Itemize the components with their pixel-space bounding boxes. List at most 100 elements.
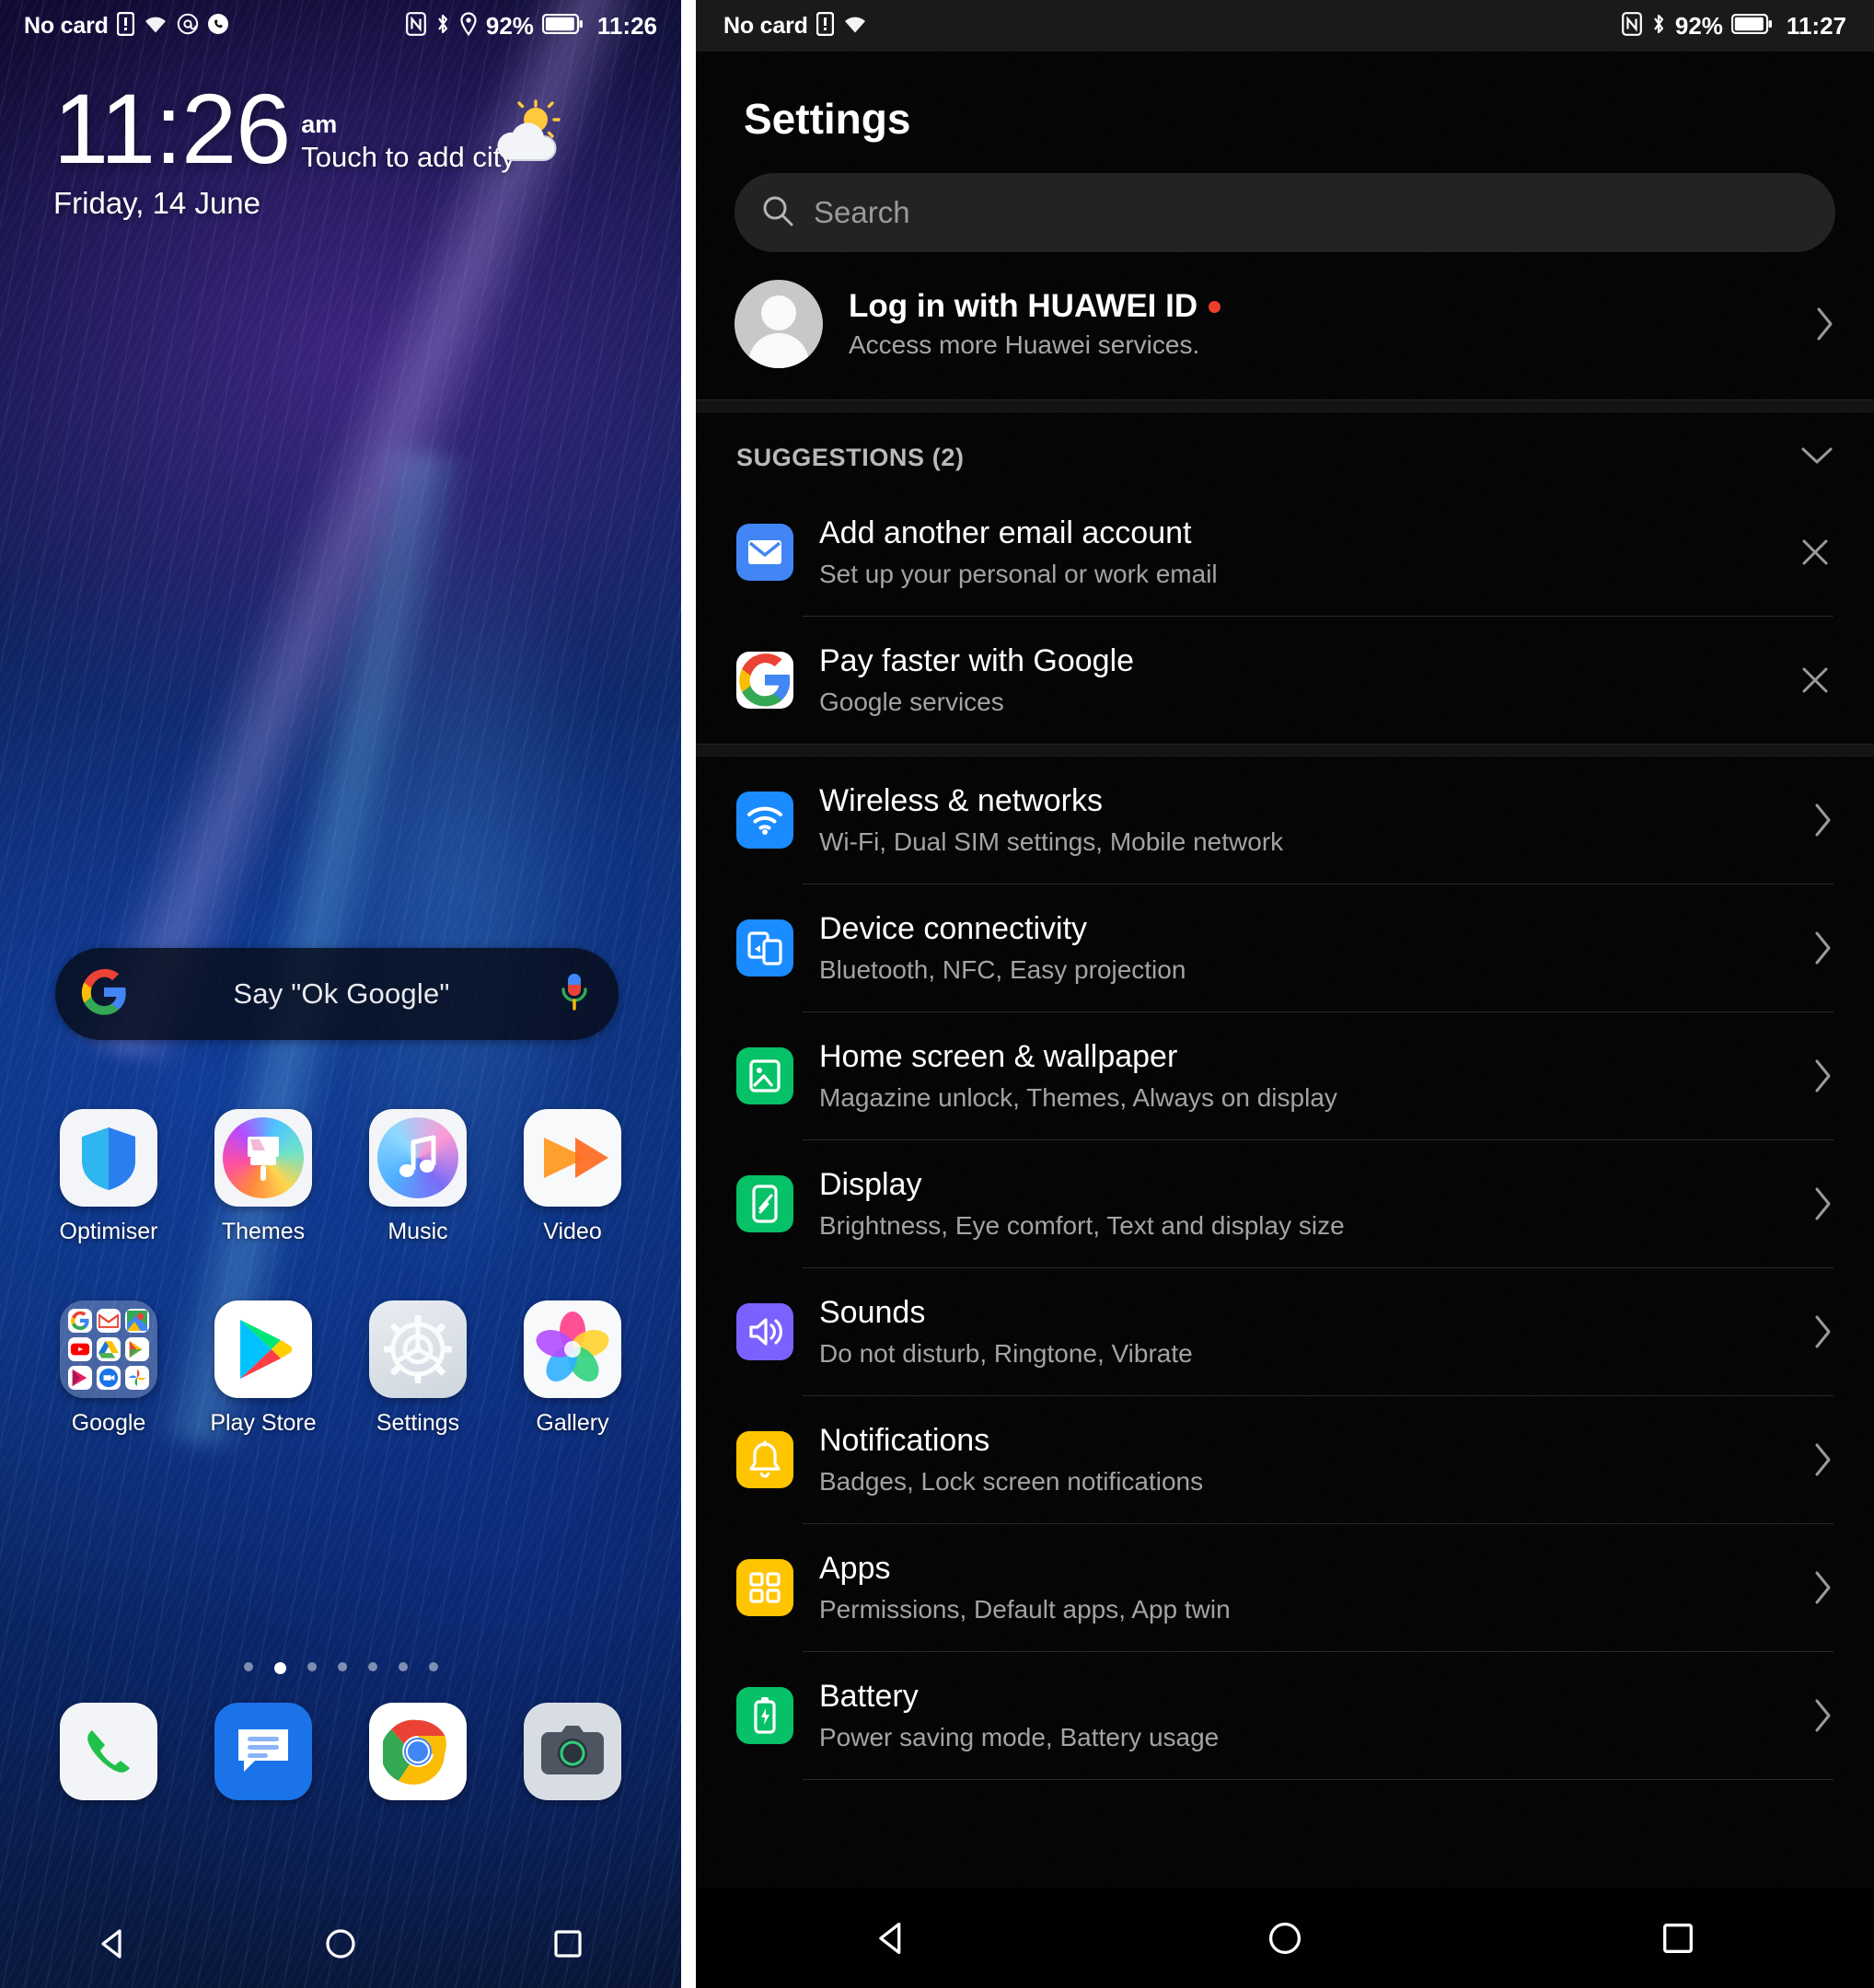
search-icon (760, 193, 795, 233)
missed-call-icon (207, 13, 229, 40)
app-gallery[interactable]: Gallery (508, 1300, 637, 1437)
settings-item-text: Wireless & networks Wi-Fi, Dual SIM sett… (819, 764, 1787, 875)
settings-item-notifications[interactable]: Notifications Badges, Lock screen notifi… (696, 1396, 1874, 1523)
settings-item-subtitle: Badges, Lock screen notifications (819, 1467, 1204, 1497)
folder-mini-play-music (68, 1366, 92, 1390)
suggestions-header[interactable]: SUGGESTIONS (2) (696, 412, 1874, 489)
settings-item-text: Home screen & wallpaper Magazine unlock,… (819, 1020, 1787, 1131)
settings-item-home-screen-wallpaper[interactable]: Home screen & wallpaper Magazine unlock,… (696, 1012, 1874, 1139)
carrier-label: No card (723, 12, 808, 39)
camera-icon[interactable] (524, 1703, 621, 1800)
carrier-label: No card (24, 12, 109, 39)
suggestions-label: SUGGESTIONS (2) (736, 444, 965, 471)
chrome-icon[interactable] (369, 1703, 467, 1800)
google-search-widget[interactable]: Say "Ok Google" (55, 948, 619, 1040)
settings-item-text: Sounds Do not disturb, Ringtone, Vibrate (819, 1276, 1787, 1387)
wifi-icon (842, 14, 868, 39)
settings-item-text: Battery Power saving mode, Battery usage (819, 1659, 1787, 1771)
sim-card-alert-icon (816, 11, 834, 40)
home-circle-icon[interactable] (285, 1912, 396, 1976)
suggestion-pay-google[interactable]: Pay faster with Google Google services (696, 617, 1874, 744)
page-dot (398, 1662, 408, 1671)
bell-icon (736, 1431, 793, 1488)
settings-item-battery[interactable]: Battery Power saving mode, Battery usage (696, 1652, 1874, 1779)
chevron-right-icon (1813, 1186, 1834, 1221)
chevron-right-icon (1813, 1442, 1834, 1477)
app-settings[interactable]: Settings (353, 1300, 482, 1437)
app-music[interactable]: Music (353, 1109, 482, 1245)
app-video[interactable]: Video (508, 1109, 637, 1245)
app-label: Google (71, 1410, 146, 1436)
close-x-icon[interactable] (1797, 662, 1834, 699)
settings-item-apps[interactable]: Apps Permissions, Default apps, App twin (696, 1524, 1874, 1651)
chevron-down-icon[interactable] (1800, 445, 1834, 470)
app-label: Settings (376, 1410, 460, 1436)
suggestion-text: Pay faster with Google Google services (819, 624, 1771, 735)
google-g-icon (736, 652, 793, 709)
status-left-group: No card (723, 11, 868, 40)
settings-item-wireless-networks[interactable]: Wireless & networks Wi-Fi, Dual SIM sett… (696, 757, 1874, 884)
page-dot (243, 1662, 253, 1671)
settings-item-text: Apps Permissions, Default apps, App twin (819, 1531, 1787, 1643)
app-google-folder[interactable]: Google (44, 1300, 173, 1437)
settings-item-subtitle: Bluetooth, NFC, Easy projection (819, 955, 1186, 985)
back-triangle-icon[interactable] (837, 1906, 947, 1971)
settings-nav-bar (696, 1889, 1874, 1988)
back-triangle-icon[interactable] (58, 1912, 168, 1976)
sun-behind-cloud-icon[interactable] (482, 99, 571, 168)
folder-mini-play-movies (125, 1337, 149, 1361)
app-play-store[interactable]: Play Store (199, 1300, 328, 1437)
settings-item-device-connectivity[interactable]: Device connectivity Bluetooth, NFC, Easy… (696, 884, 1874, 1011)
at-sign-icon (177, 13, 199, 40)
device-connectivity-icon (736, 919, 793, 977)
row-divider (803, 1779, 1834, 1780)
page-dot (428, 1662, 438, 1671)
settings-item-title: Wireless & networks (819, 783, 1103, 819)
chevron-right-icon (1813, 803, 1834, 838)
phone-divider (681, 0, 696, 1988)
phone-handset-icon[interactable] (60, 1703, 157, 1800)
microphone-icon[interactable] (554, 969, 595, 1020)
huawei-id-account-row[interactable]: Log in with HUAWEI ID Access more Huawei… (696, 252, 1874, 399)
app-row-2: Google Play Store Settings Gallery (0, 1300, 681, 1437)
suggestion-add-email[interactable]: Add another email account Set up your pe… (696, 489, 1874, 616)
page-indicator[interactable] (0, 1662, 681, 1674)
bluetooth-icon (434, 12, 451, 40)
app-label: Themes (221, 1219, 306, 1244)
close-x-icon[interactable] (1797, 534, 1834, 571)
home-circle-icon[interactable] (1230, 1906, 1340, 1971)
page-dot (367, 1662, 377, 1671)
home-screen: No card 92% 11:26 11:26 am Touch to add … (0, 0, 681, 1988)
battery-percent-label: 92% (485, 11, 534, 40)
app-row-1: Optimiser Themes Music Video (0, 1109, 681, 1245)
clock-time: 11:26 (53, 73, 291, 184)
app-label: Play Store (210, 1410, 317, 1436)
battery-bolt-icon (736, 1687, 793, 1744)
settings-item-title: Notifications (819, 1423, 990, 1459)
recents-square-icon[interactable] (1623, 1906, 1733, 1971)
red-dot-badge (1209, 300, 1221, 313)
battery-percent-label: 92% (1674, 11, 1723, 40)
clock-widget[interactable]: 11:26 am Touch to add city Friday, 14 Ju… (53, 73, 515, 221)
folder-mini-youtube (68, 1337, 92, 1361)
search-input[interactable]: Search (735, 173, 1835, 252)
bluetooth-icon (1650, 12, 1667, 40)
chevron-right-icon (1813, 1058, 1834, 1093)
settings-item-title: Display (819, 1167, 922, 1203)
settings-item-subtitle: Brightness, Eye comfort, Text and displa… (819, 1211, 1345, 1241)
battery-icon (1730, 13, 1772, 39)
app-themes[interactable]: Themes (199, 1109, 328, 1245)
settings-item-sounds[interactable]: Sounds Do not disturb, Ringtone, Vibrate (696, 1268, 1874, 1395)
recents-square-icon[interactable] (513, 1912, 623, 1976)
status-right-group: 92% 11:26 (405, 11, 657, 40)
messages-bubble-icon[interactable] (214, 1703, 312, 1800)
app-optimiser[interactable]: Optimiser (44, 1109, 173, 1245)
settings-item-title: Battery (819, 1679, 919, 1715)
folder-mini-photos (125, 1366, 149, 1390)
search-hint-label: Say "Ok Google" (233, 977, 450, 1010)
section-separator (696, 744, 1874, 757)
wallpaper-image-icon (736, 1047, 793, 1104)
settings-item-display[interactable]: Display Brightness, Eye comfort, Text an… (696, 1140, 1874, 1267)
app-label: Optimiser (59, 1219, 158, 1244)
folder-mini-gmail (97, 1309, 121, 1333)
